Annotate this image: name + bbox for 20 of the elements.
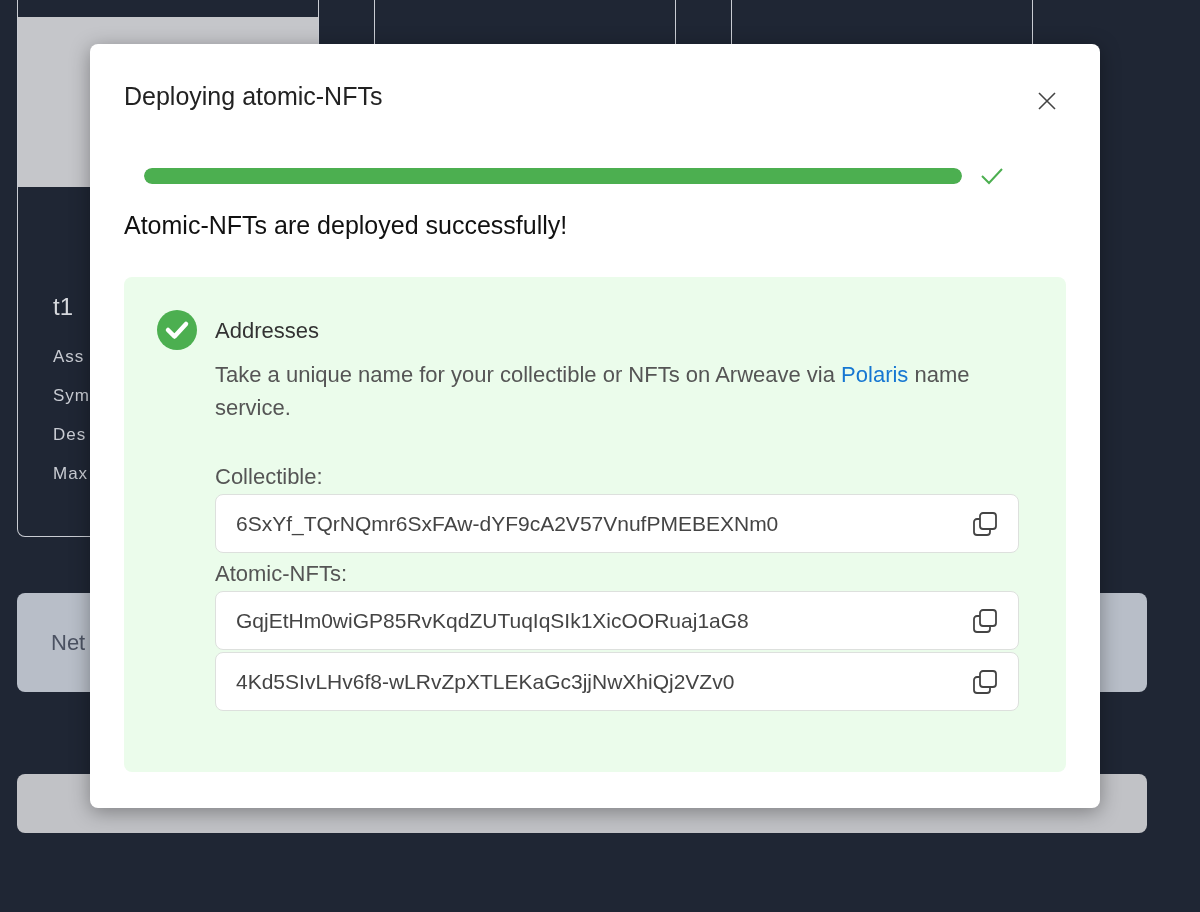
copy-button[interactable] [972,510,998,537]
address-label: Collectible: [215,464,324,490]
success-message: Atomic-NFTs are deployed successfully! [124,211,569,240]
card-title: t1 [53,293,73,321]
address-field[interactable]: 4Kd5SIvLHv6f8-wLRvZpXTLEKaGc3jjNwXhiQj2VZv0 [215,652,1019,711]
polaris-link[interactable]: Polaris [841,362,909,387]
copy-button[interactable] [972,668,998,695]
field-label: Sym [53,386,90,406]
address-field[interactable]: 6SxYf_TQrNQmr6SxFAw-dYF9cA2V57VnufPMEBEXNm0 [215,494,1019,553]
addresses-heading: Addresses [215,318,320,344]
dialog-title: Deploying atomic-NFTs [124,82,383,111]
field-label: Des [53,425,87,445]
address-field[interactable]: GqjEtHm0wiGP85RvKqdZUTuqIqSIk1XicOORuaj1aG8 [215,591,1019,650]
info-text: Take a unique name for your collectible or NFTs on Arweave via Polaris name service. [215,361,971,422]
network-label: Net [51,629,86,656]
address-label: Atomic-NFTs: [215,561,348,587]
check-circle-icon [157,310,197,350]
copy-button[interactable] [972,607,998,634]
field-label: Ass [53,347,85,367]
field-label: Max [53,464,89,484]
